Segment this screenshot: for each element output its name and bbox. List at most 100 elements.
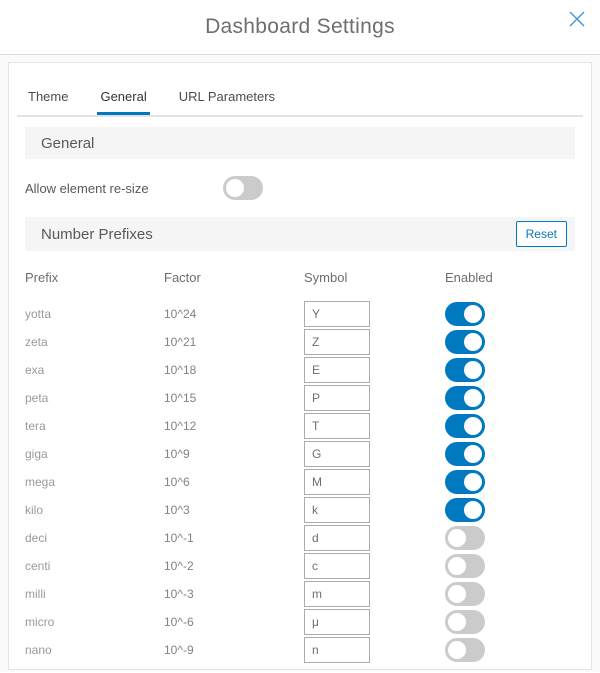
prefix-row-giga: giga10^9 <box>25 440 575 468</box>
prefix-row-tera: tera10^12 <box>25 412 575 440</box>
prefix-factor: 10^12 <box>164 419 304 433</box>
prefix-factor: 10^24 <box>164 307 304 321</box>
toggle-knob <box>464 333 482 351</box>
column-header-enabled: Enabled <box>445 270 575 285</box>
enabled-toggle[interactable] <box>445 330 485 354</box>
general-section-header: General <box>25 127 575 159</box>
symbol-input[interactable] <box>304 385 370 411</box>
toggle-knob <box>464 389 482 407</box>
prefix-name: peta <box>25 391 164 405</box>
dashboard-settings-dialog: Dashboard Settings Theme General URL Par… <box>0 0 600 673</box>
enabled-toggle[interactable] <box>445 498 485 522</box>
tab-url-parameters[interactable]: URL Parameters <box>176 89 278 115</box>
column-header-factor: Factor <box>164 270 304 285</box>
prefix-name: giga <box>25 447 164 461</box>
prefix-factor: 10^18 <box>164 363 304 377</box>
prefix-factor: 10^21 <box>164 335 304 349</box>
enabled-toggle[interactable] <box>445 638 485 662</box>
toggle-knob <box>464 417 482 435</box>
symbol-input[interactable] <box>304 329 370 355</box>
prefix-factor: 10^-1 <box>164 531 304 545</box>
prefix-row-peta: peta10^15 <box>25 384 575 412</box>
enabled-toggle[interactable] <box>445 554 485 578</box>
toggle-knob <box>448 529 466 547</box>
dialog-body: Theme General URL Parameters General All… <box>0 55 600 672</box>
prefix-factor: 10^-6 <box>164 615 304 629</box>
toggle-knob <box>448 641 466 659</box>
toggle-knob <box>448 613 466 631</box>
toggle-knob <box>226 179 244 197</box>
prefix-row-zeta: zeta10^21 <box>25 328 575 356</box>
symbol-input[interactable] <box>304 413 370 439</box>
prefix-factor: 10^3 <box>164 503 304 517</box>
allow-resize-toggle[interactable] <box>223 176 263 200</box>
enabled-toggle[interactable] <box>445 442 485 466</box>
toggle-knob <box>464 305 482 323</box>
prefix-factor: 10^6 <box>164 475 304 489</box>
toggle-knob <box>464 445 482 463</box>
prefix-name: deci <box>25 531 164 545</box>
enabled-toggle[interactable] <box>445 526 485 550</box>
symbol-input[interactable] <box>304 525 370 551</box>
tab-bar: Theme General URL Parameters <box>9 63 591 115</box>
prefix-factor: 10^-3 <box>164 587 304 601</box>
prefix-name: exa <box>25 363 164 377</box>
enabled-toggle[interactable] <box>445 302 485 326</box>
prefix-name: micro <box>25 615 164 629</box>
enabled-toggle[interactable] <box>445 386 485 410</box>
tab-theme[interactable]: Theme <box>25 89 71 115</box>
toggle-knob <box>464 501 482 519</box>
toggle-knob <box>448 585 466 603</box>
number-prefixes-title: Number Prefixes <box>41 226 153 243</box>
prefix-name: mega <box>25 475 164 489</box>
prefix-table-body: yotta10^24zeta10^21exa10^18peta10^15tera… <box>25 300 575 664</box>
prefix-row-micro: micro10^-6 <box>25 608 575 636</box>
prefix-name: kilo <box>25 503 164 517</box>
tab-general[interactable]: General <box>97 89 149 115</box>
symbol-input[interactable] <box>304 441 370 467</box>
enabled-toggle[interactable] <box>445 582 485 606</box>
enabled-toggle[interactable] <box>445 610 485 634</box>
reset-button[interactable]: Reset <box>516 221 567 247</box>
prefix-name: nano <box>25 643 164 657</box>
prefix-factor: 10^15 <box>164 391 304 405</box>
prefix-name: yotta <box>25 307 164 321</box>
enabled-toggle[interactable] <box>445 414 485 438</box>
dialog-titlebar: Dashboard Settings <box>0 0 600 55</box>
symbol-input[interactable] <box>304 609 370 635</box>
column-header-prefix: Prefix <box>25 270 164 285</box>
enabled-toggle[interactable] <box>445 470 485 494</box>
symbol-input[interactable] <box>304 469 370 495</box>
close-icon[interactable] <box>565 7 589 31</box>
prefix-row-yotta: yotta10^24 <box>25 300 575 328</box>
enabled-toggle[interactable] <box>445 358 485 382</box>
prefix-row-nano: nano10^-9 <box>25 636 575 664</box>
toggle-knob <box>448 557 466 575</box>
symbol-input[interactable] <box>304 497 370 523</box>
allow-resize-label: Allow element re-size <box>25 181 223 196</box>
prefix-row-centi: centi10^-2 <box>25 552 575 580</box>
number-prefixes-section-header: Number Prefixes Reset <box>25 217 575 251</box>
prefix-row-deci: deci10^-1 <box>25 524 575 552</box>
symbol-input[interactable] <box>304 581 370 607</box>
symbol-input[interactable] <box>304 637 370 663</box>
toggle-knob <box>464 361 482 379</box>
symbol-input[interactable] <box>304 357 370 383</box>
symbol-input[interactable] <box>304 553 370 579</box>
toggle-knob <box>464 473 482 491</box>
prefix-name: centi <box>25 559 164 573</box>
tab-divider <box>17 115 583 117</box>
prefix-row-exa: exa10^18 <box>25 356 575 384</box>
prefix-name: zeta <box>25 335 164 349</box>
prefix-table-header: Prefix Factor Symbol Enabled <box>25 270 575 285</box>
settings-panel: Theme General URL Parameters General All… <box>8 62 592 670</box>
allow-resize-row: Allow element re-size <box>25 159 575 217</box>
general-section-title: General <box>41 135 94 152</box>
prefix-factor: 10^-2 <box>164 559 304 573</box>
dialog-title: Dashboard Settings <box>205 15 395 39</box>
prefix-name: tera <box>25 419 164 433</box>
symbol-input[interactable] <box>304 301 370 327</box>
prefix-name: milli <box>25 587 164 601</box>
prefix-row-kilo: kilo10^3 <box>25 496 575 524</box>
prefix-factor: 10^9 <box>164 447 304 461</box>
